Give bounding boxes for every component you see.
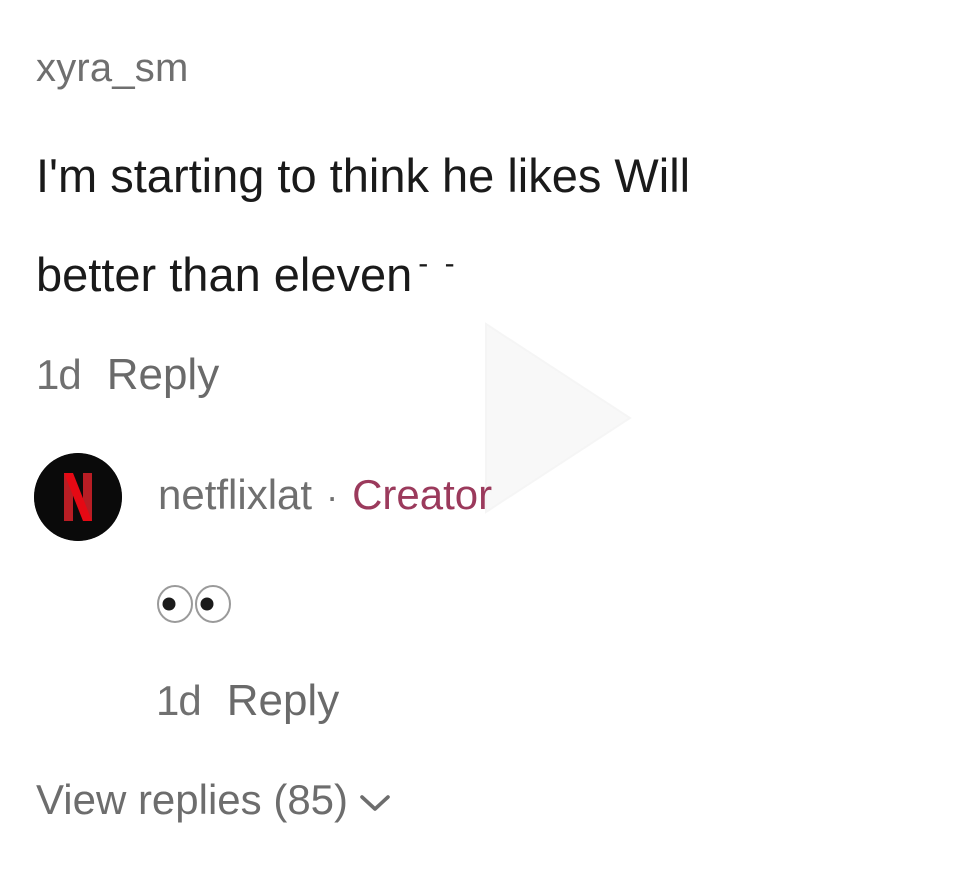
- reply-meta: 1d Reply: [156, 676, 339, 726]
- comment-username[interactable]: xyra_sm: [36, 48, 946, 88]
- netflix-n-logo: [34, 453, 122, 541]
- eyes-emoji-icon: [157, 585, 231, 623]
- comment-text: I'm starting to think he likes Will bett…: [36, 132, 936, 319]
- netflix-logo-icon[interactable]: [34, 453, 122, 541]
- reply-separator: ·: [326, 476, 339, 517]
- comment-text-line-2: better than eleven - -: [36, 220, 936, 319]
- comment: xyra_sm I'm starting to think he likes W…: [36, 48, 946, 319]
- chevron-down-icon: [360, 795, 390, 811]
- reply-username[interactable]: netflixlat: [158, 471, 312, 519]
- view-replies-button[interactable]: View replies (85): [36, 776, 392, 824]
- play-icon: [485, 322, 632, 514]
- view-replies-label: View replies (85): [36, 776, 349, 823]
- reply-reply-button[interactable]: Reply: [227, 676, 340, 726]
- comment-text-line-2-body: better than eleven: [36, 248, 413, 301]
- reply-timestamp: 1d: [156, 677, 202, 724]
- comment-text-suffix: - -: [418, 247, 459, 280]
- comment-timestamp: 1d: [36, 351, 82, 398]
- reply-header: netflixlat · Creator: [158, 471, 492, 519]
- comment-reply-button[interactable]: Reply: [107, 350, 220, 400]
- creator-badge: Creator: [352, 471, 493, 518]
- comment-meta: 1d Reply: [36, 350, 219, 400]
- comment-text-line-1: I'm starting to think he likes Will: [36, 149, 691, 202]
